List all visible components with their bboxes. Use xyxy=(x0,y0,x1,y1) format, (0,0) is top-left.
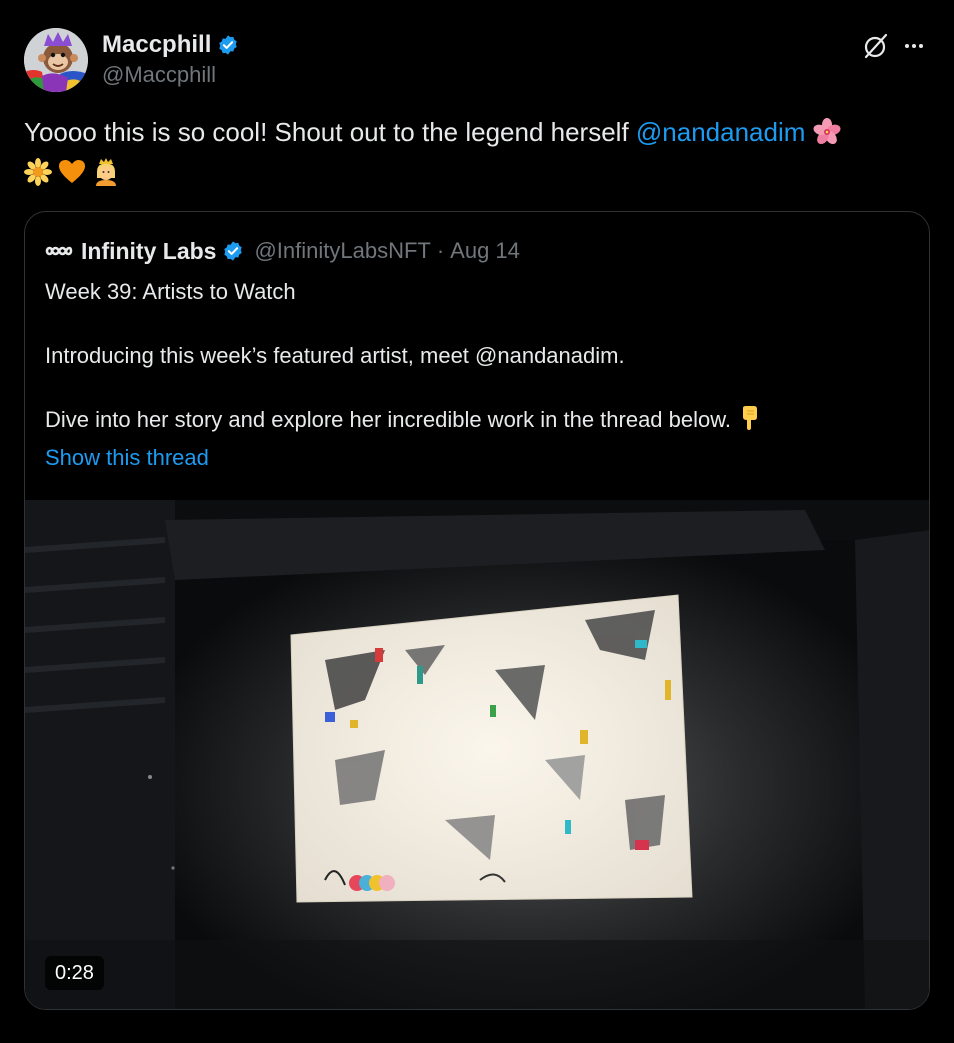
more-options-icon[interactable] xyxy=(902,32,926,60)
verified-badge-icon[interactable] xyxy=(217,34,239,56)
quoted-tweet-header: Infinity Labs @InfinityLabsNFT · Aug 14 xyxy=(45,236,520,266)
hibiscus-emoji-icon xyxy=(813,117,841,145)
separator-dot: · xyxy=(436,238,445,263)
quoted-tweet-body: Week 39: Artists to Watch Introducing th… xyxy=(45,276,911,474)
show-thread-link[interactable]: Show this thread xyxy=(45,442,209,474)
author-names: Maccphill @Maccphill xyxy=(102,30,239,88)
pointing-down-emoji-icon xyxy=(737,405,763,431)
mention-link[interactable]: @nandanadim xyxy=(636,117,806,147)
quoted-line-3: Dive into her story and explore her incr… xyxy=(45,407,732,432)
tweet-header: Maccphill @Maccphill xyxy=(24,28,930,92)
quoted-line-1: Week 39: Artists to Watch xyxy=(45,279,296,304)
person-with-crown-icon xyxy=(92,157,120,186)
quoted-line-2: Introducing this week’s featured artist,… xyxy=(45,343,625,368)
orange-heart-icon xyxy=(58,157,86,185)
author-display-name[interactable]: Maccphill xyxy=(102,31,211,59)
video-duration-badge: 0:28 xyxy=(45,956,104,990)
display-name-row: Maccphill xyxy=(102,30,239,60)
quoted-tweet-card[interactable]: Infinity Labs @InfinityLabsNFT · Aug 14 … xyxy=(24,211,930,1010)
quoted-line-3-wrap: Dive into her story and explore her incr… xyxy=(45,404,911,436)
blossom-emoji-icon xyxy=(24,157,52,186)
quoted-display-name[interactable]: Infinity Labs xyxy=(81,238,216,265)
tweet-text-body: Yoooo this is so cool! Shout out to the … xyxy=(24,117,636,147)
author-handle[interactable]: @Maccphill xyxy=(102,62,239,88)
author-avatar[interactable] xyxy=(24,28,88,92)
grok-icon[interactable] xyxy=(862,32,890,60)
infinity-labs-logo-icon[interactable] xyxy=(45,237,73,265)
quoted-handle[interactable]: @InfinityLabsNFT xyxy=(254,238,430,264)
quoted-verified-badge-icon[interactable] xyxy=(222,240,244,262)
tweet-text: Yoooo this is so cool! Shout out to the … xyxy=(24,112,930,192)
video-player[interactable]: 0:28 xyxy=(25,500,929,1009)
quoted-date[interactable]: Aug 14 xyxy=(450,238,520,264)
